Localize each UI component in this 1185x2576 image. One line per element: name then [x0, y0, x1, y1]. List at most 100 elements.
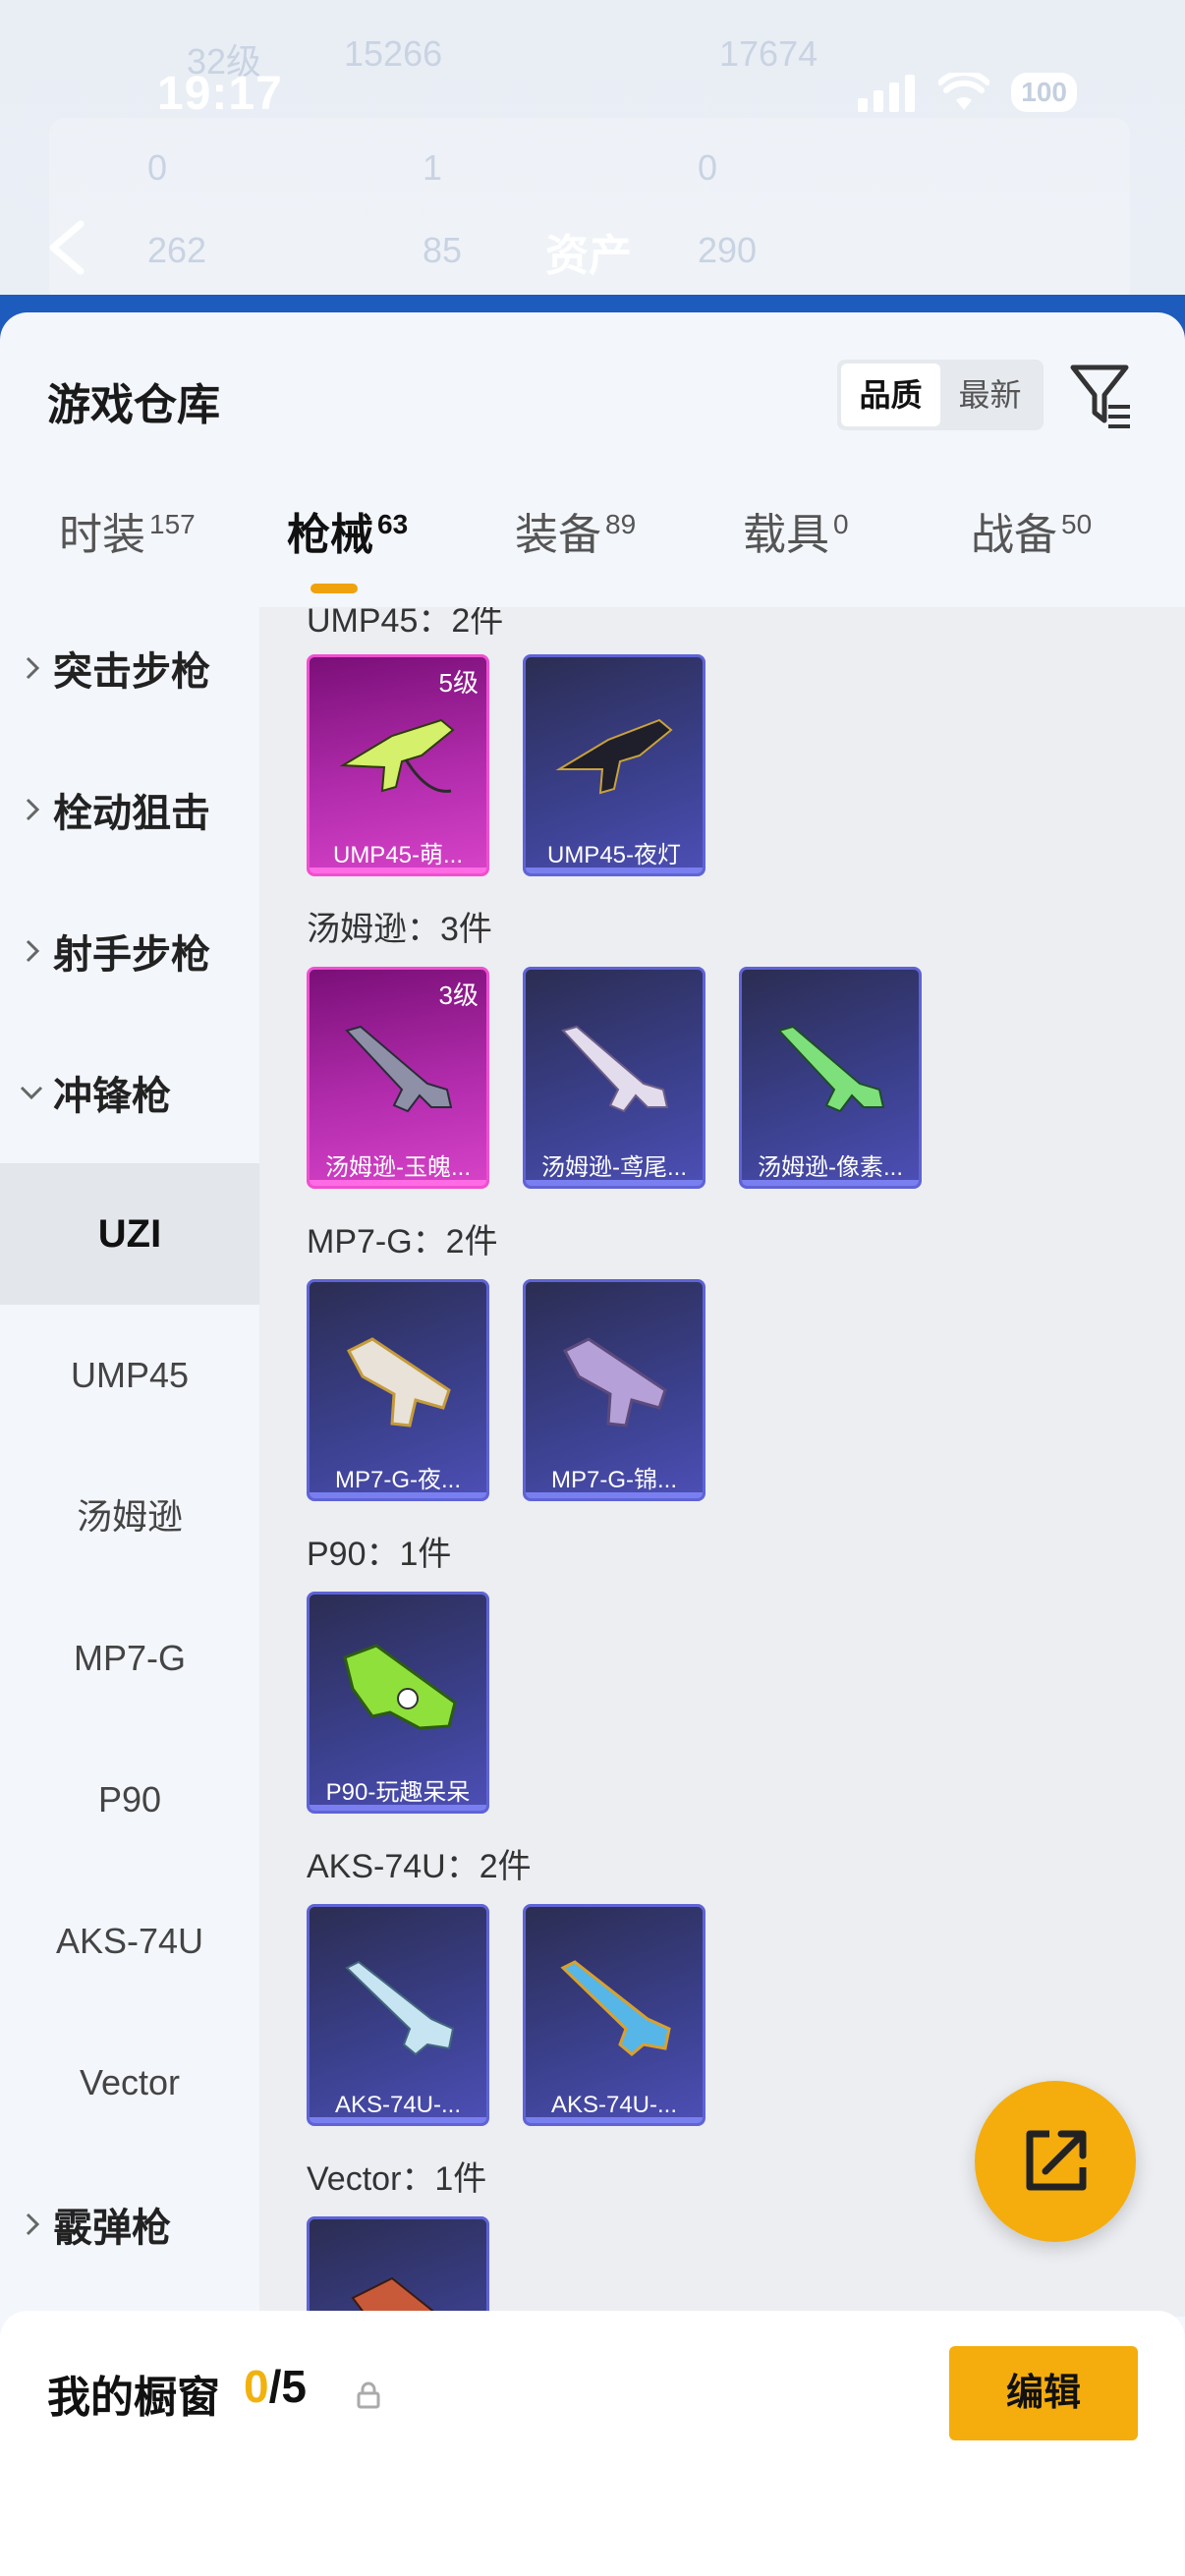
tab-equipment[interactable]: 装备 89	[515, 499, 636, 562]
chevron-down-icon	[20, 1086, 43, 1100]
tab-count: 50	[1061, 509, 1093, 540]
chevron-right-icon	[26, 798, 40, 821]
level-badge: 5级	[438, 668, 479, 698]
weapon-card[interactable]: 汤姆逊-鸢尾...	[523, 967, 705, 1189]
weapon-name: P90-玩趣呆呆	[325, 1779, 471, 1806]
sub-thompson[interactable]: 汤姆逊	[0, 1446, 259, 1588]
category-label: 栓动狙击	[53, 792, 210, 835]
status-icons: 100	[858, 73, 1077, 112]
rarity-bar	[310, 2117, 486, 2123]
sub-p90[interactable]: P90	[0, 1729, 259, 1871]
group-label-p90: P90：1件	[307, 1536, 452, 1573]
stat-3: 0	[698, 147, 718, 188]
battery-indicator: 100	[1011, 73, 1077, 112]
group-label-thompson: 汤姆逊：3件	[307, 911, 492, 948]
sub-vector[interactable]: Vector	[0, 2012, 259, 2154]
back-arrow-icon[interactable]	[43, 218, 90, 277]
gun-image	[351, 2276, 442, 2317]
sub-aks74u[interactable]: AKS-74U	[0, 1871, 259, 2012]
lock-icon	[357, 2381, 380, 2409]
gun-image	[562, 1337, 667, 1428]
category-label: 霰弹枪	[53, 2207, 171, 2250]
gun-image	[345, 1960, 455, 2056]
weapon-name: AKS-74U-...	[550, 2092, 678, 2118]
stat-5: 85	[423, 230, 463, 270]
tab-count: 89	[605, 509, 637, 540]
category-marksman-rifle[interactable]: 射手步枪	[0, 880, 259, 1022]
tab-costume[interactable]: 时装 157	[59, 499, 196, 562]
status-time: 19:17	[157, 68, 283, 120]
group-label-vector: Vector：1件	[307, 2160, 487, 2198]
showcase-current: 0	[244, 2361, 269, 2412]
gun-image	[346, 1337, 451, 1428]
weapon-card[interactable]: 5级 UMP45-萌...	[307, 654, 489, 876]
stat-2: 1	[423, 147, 443, 188]
weapon-name: UMP45-萌...	[332, 842, 464, 868]
weapon-name: AKS-74U-...	[334, 2092, 462, 2118]
category-tabs: 时装 157 枪械 63 装备 89 载具 0 战备 50	[0, 499, 1185, 607]
weapon-grid: UMP45：2件 5级 UMP45-萌... UMP45-夜灯 汤姆逊：3件 3…	[259, 607, 1185, 2317]
tab-combat-gear[interactable]: 战备 50	[971, 499, 1092, 562]
weapon-card[interactable]: P90-玩趣呆呆	[307, 1592, 489, 1814]
weapon-card[interactable]: 汤姆逊-像素...	[739, 967, 922, 1189]
sub-uzi[interactable]: UZI	[0, 1163, 259, 1305]
gun-image	[561, 1025, 669, 1113]
weapon-card[interactable]: MP7-G-锦...	[523, 1279, 705, 1501]
share-button[interactable]	[975, 2081, 1136, 2242]
tab-label: 载具	[743, 511, 829, 559]
sort-quality[interactable]: 品质	[841, 364, 940, 426]
weapon-card[interactable]: AKS-74U-...	[307, 1904, 489, 2126]
rarity-bar	[310, 1805, 486, 1811]
weapon-name: 汤姆逊-鸢尾...	[541, 1154, 687, 1181]
weapon-name: MP7-G-锦...	[550, 1467, 677, 1493]
gun-image	[555, 718, 673, 795]
tab-count: 63	[377, 509, 409, 540]
weapon-category-list: 突击步枪 栓动狙击 射手步枪 冲锋枪 UZI UMP45 汤姆逊 MP7-G P…	[0, 607, 259, 2317]
category-label: 冲锋枪	[53, 1075, 171, 1118]
weapon-name: 汤姆逊-玉魄...	[325, 1154, 471, 1181]
tab-label: 装备	[515, 511, 601, 559]
tab-vehicles[interactable]: 载具 0	[743, 499, 849, 562]
stat-1: 0	[147, 147, 168, 188]
sort-latest[interactable]: 最新	[940, 364, 1040, 426]
other-currency: 17674	[719, 33, 818, 74]
showcase-bar: 我的橱窗 0/5 编辑	[0, 2311, 1185, 2576]
stat-6: 290	[698, 230, 758, 270]
showcase-total: /5	[268, 2361, 307, 2412]
category-shotgun[interactable]: 霰弹枪	[0, 2154, 259, 2295]
weapon-card[interactable]	[307, 2216, 489, 2317]
weapon-card[interactable]: AKS-74U-...	[523, 1904, 705, 2126]
chevron-right-icon	[26, 656, 40, 680]
rarity-bar	[742, 1180, 919, 1186]
tab-label: 时装	[59, 511, 145, 559]
weapon-card[interactable]: UMP45-夜灯	[523, 654, 705, 876]
stat-4: 262	[147, 230, 207, 270]
category-smg[interactable]: 冲锋枪	[0, 1022, 259, 1163]
tab-count: 0	[833, 509, 849, 540]
active-tab-indicator	[310, 584, 358, 593]
sheet-title: 游戏仓库	[47, 381, 220, 429]
gun-image	[343, 1644, 457, 1730]
sub-ump45[interactable]: UMP45	[0, 1305, 259, 1446]
weapon-name: MP7-G-夜...	[334, 1467, 461, 1493]
category-bolt-sniper[interactable]: 栓动狙击	[0, 739, 259, 880]
rarity-bar	[526, 1492, 703, 1498]
sub-mp7g[interactable]: MP7-G	[0, 1588, 259, 1729]
gun-image	[560, 1960, 671, 2056]
group-label-mp7g: MP7-G：2件	[307, 1223, 498, 1260]
chevron-right-icon	[26, 939, 40, 963]
tab-count: 157	[149, 509, 196, 540]
gun-image	[345, 1025, 453, 1113]
rarity-bar	[310, 1492, 486, 1498]
gun-image	[339, 718, 455, 793]
filter-icon[interactable]	[1069, 360, 1134, 430]
tab-label: 战备	[971, 511, 1057, 559]
weapon-card[interactable]: 3级 汤姆逊-玉魄...	[307, 967, 489, 1189]
weapon-name: 汤姆逊-像素...	[758, 1154, 903, 1181]
weapon-card[interactable]: MP7-G-夜...	[307, 1279, 489, 1501]
tab-firearms[interactable]: 枪械 63	[287, 499, 408, 562]
edit-button[interactable]: 编辑	[949, 2346, 1138, 2440]
coin-count: 15266	[344, 33, 443, 74]
category-assault-rifle[interactable]: 突击步枪	[0, 597, 259, 739]
sort-toggle: 品质 最新	[837, 360, 1044, 430]
